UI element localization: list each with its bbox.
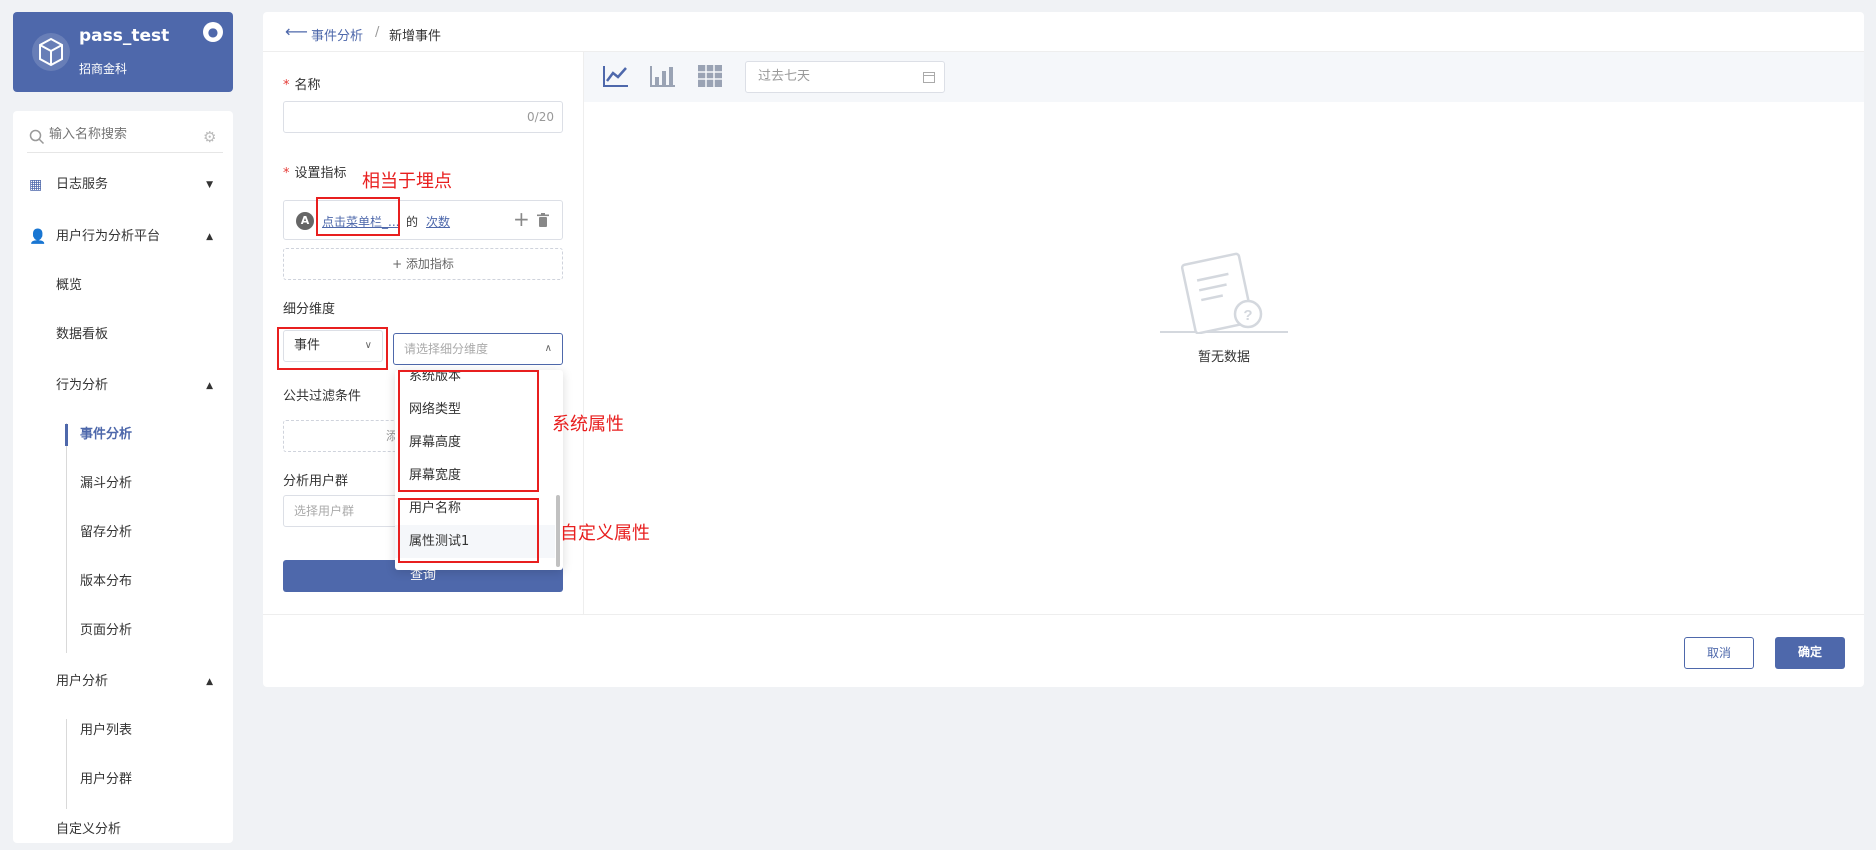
active-indicator	[65, 424, 68, 446]
sidebar-search-input[interactable]	[49, 127, 179, 142]
annotation-box-system-attrs	[398, 370, 539, 492]
breadcrumb-current: 新增事件	[389, 29, 442, 44]
cancel-button[interactable]: 取消	[1684, 637, 1754, 669]
brand-card: pass_test 招商金科 ●	[13, 12, 233, 92]
sidebar-item-version-distribution[interactable]: 版本分布	[13, 562, 233, 602]
trash-icon[interactable]	[537, 213, 549, 228]
name-char-counter: 0/20	[527, 110, 554, 124]
annotation-tracking-point: 相当于埋点	[362, 171, 452, 192]
breadcrumb-parent[interactable]: 事件分析	[311, 25, 363, 44]
caret-up-icon: ▲	[206, 381, 213, 391]
org-name: 招商金科	[79, 62, 128, 76]
sidebar-item-custom-analysis[interactable]: 自定义分析	[13, 810, 233, 850]
annotation-system-attrs: 系统属性	[552, 414, 624, 435]
date-range-picker[interactable]: 过去七天	[745, 61, 945, 93]
breadcrumb-separator: /	[375, 25, 380, 40]
sidebar-item-overview[interactable]: 概览	[13, 266, 233, 306]
gear-icon[interactable]: ⚙	[203, 128, 216, 146]
metric-measure-select[interactable]: 次数	[426, 213, 450, 230]
sidebar-item-user-list[interactable]: 用户列表	[13, 711, 233, 751]
metric-badge: A	[296, 212, 314, 230]
sidebar-item-behavior-platform[interactable]: 👤 用户行为分析平台 ▲	[13, 217, 233, 257]
sidebar-item-dashboard[interactable]: 数据看板	[13, 315, 233, 355]
caret-up-icon: ▲	[206, 677, 213, 687]
empty-data-icon: ?	[1160, 252, 1288, 334]
metric-label: * 设置指标	[283, 166, 347, 181]
breadcrumb: ⟵ 事件分析 / 新增事件	[263, 12, 1864, 52]
sidebar-item-behavior-analysis[interactable]: 行为分析 ▲	[13, 366, 233, 406]
account-icon[interactable]: ●	[203, 22, 223, 42]
required-mark: *	[283, 78, 290, 93]
search-icon	[29, 129, 45, 145]
annotation-box-custom-attrs	[398, 498, 539, 563]
chevron-up-icon: ∧	[544, 343, 552, 354]
annotation-box-metric	[316, 197, 400, 236]
sidebar: ⚙ ▦ 日志服务 ▼ 👤 用户行为分析平台 ▲ 概览 数据看板 行为分析 ▲ 事…	[13, 111, 233, 843]
sidebar-item-log-service[interactable]: ▦ 日志服务 ▼	[13, 165, 233, 205]
sidebar-item-page-analysis[interactable]: 页面分析	[13, 611, 233, 651]
empty-data-text: 暂无数据	[1197, 350, 1250, 365]
caret-down-icon: ▼	[206, 180, 213, 190]
line-chart-icon[interactable]	[603, 65, 629, 87]
annotation-custom-attrs: 自定义属性	[560, 523, 650, 544]
sidebar-item-funnel-analysis[interactable]: 漏斗分析	[13, 464, 233, 504]
main-panel: ⟵ 事件分析 / 新增事件 * 名称 0/20 * 设置指标 A 点击菜单栏_...…	[263, 12, 1864, 687]
name-input[interactable]: 0/20	[283, 101, 563, 133]
svg-text:?: ?	[1243, 307, 1252, 324]
bar-chart-icon[interactable]	[650, 65, 676, 87]
metric-of-text: 的	[406, 215, 419, 229]
footer-divider	[263, 614, 1864, 615]
back-arrow-icon[interactable]: ⟵	[285, 22, 308, 41]
add-metric-button[interactable]: + 添加指标	[283, 248, 563, 280]
sidebar-item-user-analysis[interactable]: 用户分析 ▲	[13, 662, 233, 702]
name-label: * 名称	[283, 78, 321, 93]
app-name: pass_test	[79, 26, 170, 46]
table-icon[interactable]	[698, 65, 722, 87]
plus-icon[interactable]: +	[513, 207, 530, 231]
dimension-select[interactable]: 请选择细分维度 ∧	[393, 333, 563, 365]
user-list-icon: 👤	[29, 229, 47, 245]
annotation-box-dimension-type	[277, 327, 388, 370]
confirm-button[interactable]: 确定	[1775, 637, 1845, 669]
filter-label: 公共过滤条件	[283, 389, 362, 404]
dimension-label: 细分维度	[283, 302, 336, 317]
user-group-label: 分析用户群	[283, 474, 349, 489]
cube-logo-icon	[32, 33, 70, 71]
sidebar-item-event-analysis[interactable]: 事件分析	[13, 415, 233, 455]
sidebar-search	[27, 121, 223, 153]
caret-up-icon: ▲	[206, 232, 213, 242]
calendar-icon: ▦	[29, 177, 43, 193]
calendar-icon	[923, 72, 935, 83]
required-mark: *	[283, 166, 290, 181]
sidebar-item-retention-analysis[interactable]: 留存分析	[13, 513, 233, 553]
sidebar-item-user-segments[interactable]: 用户分群	[13, 760, 233, 800]
